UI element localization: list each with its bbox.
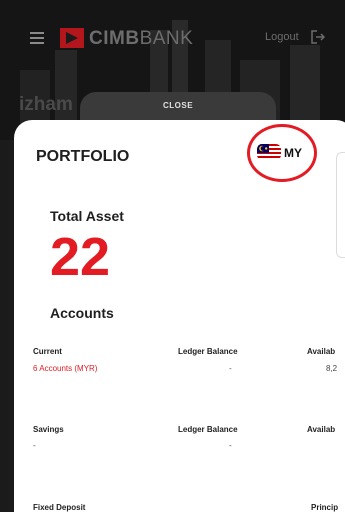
close-label: CLOSE xyxy=(162,101,194,110)
savings-section-title: Savings xyxy=(33,425,64,434)
annotation-circle xyxy=(247,124,317,182)
logout-link[interactable]: Logout xyxy=(265,31,299,43)
cimb-logo-icon xyxy=(60,28,84,48)
top-bar: CIMBBANK Logout xyxy=(0,20,345,60)
savings-ledger-header: Ledger Balance xyxy=(178,425,238,434)
current-available-value: 8,2 xyxy=(326,364,338,373)
logout-icon[interactable] xyxy=(311,30,325,44)
hamburger-icon[interactable] xyxy=(30,32,44,44)
savings-available-header: Availab xyxy=(307,425,336,434)
accounts-label: Accounts xyxy=(50,305,114,321)
brand-name: CIMBBANK xyxy=(89,28,194,49)
current-accounts-link[interactable]: 6 Accounts (MYR) xyxy=(33,364,97,373)
current-section-title: Current xyxy=(33,347,62,356)
side-card-peek[interactable] xyxy=(336,152,345,258)
fixed-deposit-section-title: Fixed Deposit xyxy=(33,503,86,512)
current-ledger-header: Ledger Balance xyxy=(178,347,238,356)
current-ledger-value: - xyxy=(229,364,232,373)
savings-ledger-value: - xyxy=(229,441,232,450)
total-asset-label: Total Asset xyxy=(50,208,124,224)
portfolio-title: PORTFOLIO xyxy=(36,148,130,165)
savings-left-value: - xyxy=(33,441,36,450)
total-asset-count: 22 xyxy=(50,227,111,287)
fixed-deposit-principal-header: Princip xyxy=(311,503,339,512)
close-sheet-button[interactable]: CLOSE xyxy=(80,92,276,122)
user-name: izham xyxy=(19,94,73,115)
current-available-header: Availab xyxy=(307,347,336,356)
